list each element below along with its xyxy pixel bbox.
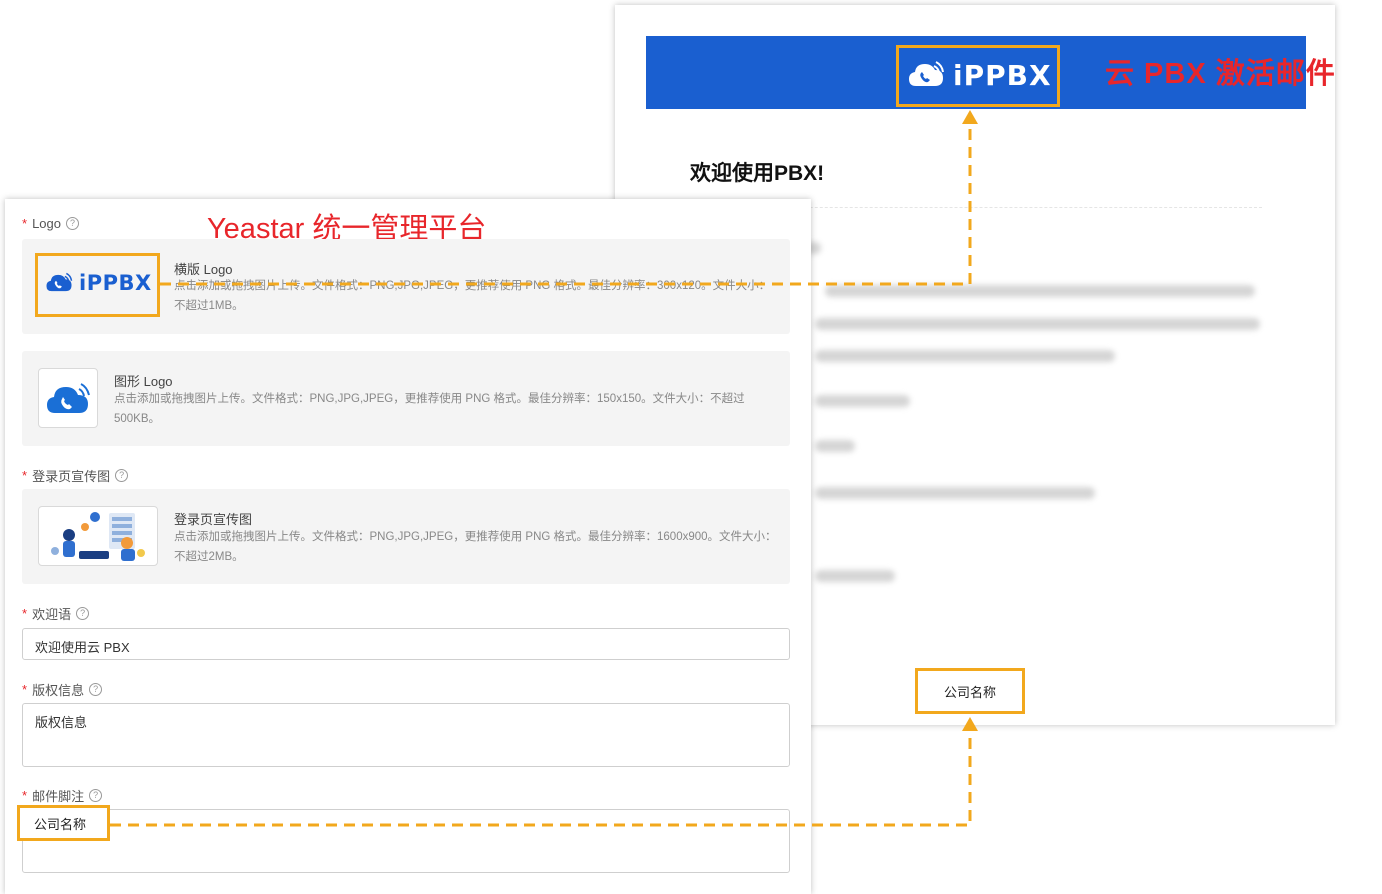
footer-connector-arrowhead (962, 717, 978, 731)
logo-connector-arrowhead (962, 110, 978, 124)
footer-connector-line (110, 728, 972, 827)
annotation-connectors (110, 110, 978, 827)
logo-connector-line (160, 122, 972, 286)
